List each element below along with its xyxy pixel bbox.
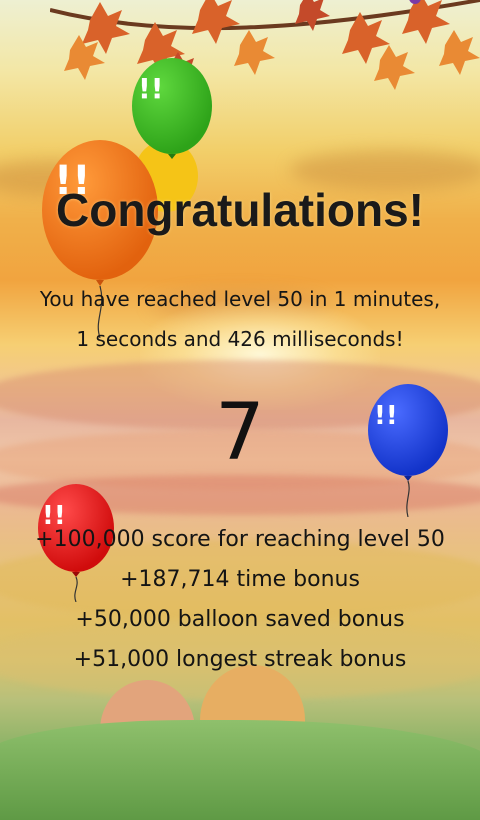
bonus-line: +100,000 score for reaching level 50 (35, 527, 445, 552)
autumn-leaves (50, 0, 480, 91)
congratulations-title: Congratulations! (56, 184, 424, 236)
countdown-number: 7 (215, 388, 265, 478)
bonus-line: +187,714 time bonus (120, 567, 360, 592)
balloon-mark: !! (138, 72, 164, 105)
grass (0, 720, 480, 820)
bonus-line: +51,000 longest streak bonus (73, 647, 407, 672)
level-message-line1: You have reached level 50 in 1 minutes, (39, 287, 441, 311)
bonus-line: +50,000 balloon saved bonus (75, 607, 405, 632)
balloon-green[interactable]: !! (128, 56, 218, 176)
level-message-line2: 1 seconds and 426 milliseconds! (76, 327, 404, 351)
